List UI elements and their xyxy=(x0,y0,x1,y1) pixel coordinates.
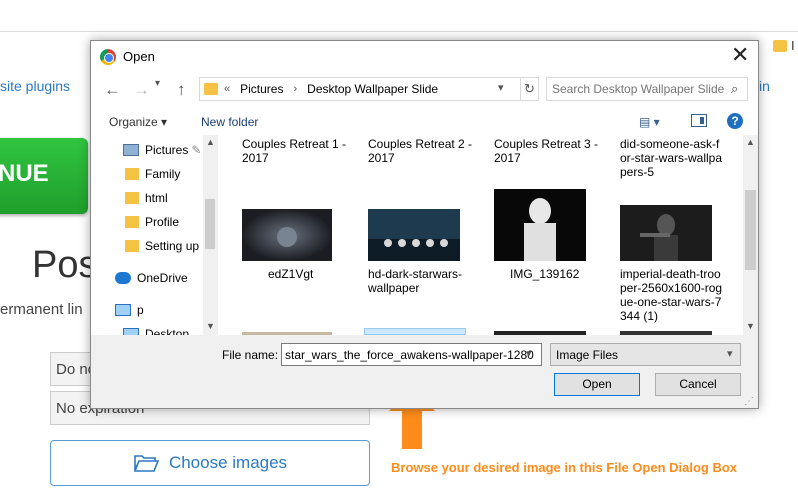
breadcrumb-current[interactable]: Desktop Wallpaper Slide xyxy=(307,82,438,96)
browser-top-bar xyxy=(0,0,798,32)
address-dropdown-icon[interactable]: ▾ xyxy=(498,81,504,94)
open-button[interactable]: Open xyxy=(554,373,640,396)
file-type-dropdown-icon[interactable]: ▾ xyxy=(727,347,733,360)
nav-item-label: Desktop xyxy=(145,327,190,335)
page-heading: Pos xyxy=(32,244,98,286)
scrollbar-thumb[interactable] xyxy=(745,190,756,270)
preview-pane-icon[interactable] xyxy=(691,114,707,127)
thumbnail-imperial-death-trooper[interactable] xyxy=(620,205,712,261)
file-item[interactable]: imperial-death-trooper-2560x1600-rogue-o… xyxy=(620,267,724,323)
desktop-icon xyxy=(123,328,139,335)
open-file-dialog: Open ✕ ← → ▾ ↑ « Pictures › Desktop Wall… xyxy=(90,40,759,409)
caption-text: Browse your desired image in this File O… xyxy=(391,460,738,475)
nav-item-label: Setting up xyxy=(145,239,200,253)
breadcrumb-overflow[interactable]: « xyxy=(224,83,230,95)
nav-item-label: Pictures xyxy=(145,143,189,157)
nav-item-onedrive[interactable]: OneDrive xyxy=(115,271,188,285)
scrollbar-thumb[interactable] xyxy=(205,199,215,249)
bookmark-folder-icon[interactable] xyxy=(773,40,787,52)
onedrive-icon xyxy=(115,272,131,284)
breadcrumb-pictures[interactable]: Pictures xyxy=(240,82,283,96)
address-bar[interactable]: « Pictures › Desktop Wallpaper Slide ▾ xyxy=(199,77,521,101)
file-list-scrollbar[interactable]: ▲ ▼ xyxy=(743,135,758,335)
selected-file-item[interactable] xyxy=(364,328,466,335)
breadcrumb-separator: › xyxy=(293,83,298,95)
thumbnail-partial[interactable] xyxy=(494,331,586,335)
folder-icon xyxy=(125,240,139,252)
thumbnail-IMG_139162[interactable] xyxy=(494,189,586,261)
back-arrow-icon[interactable]: ← xyxy=(104,80,121,100)
nav-item-html[interactable]: html xyxy=(125,191,168,205)
cancel-button[interactable]: Cancel xyxy=(655,373,741,396)
choose-images-label: Choose images xyxy=(168,453,288,472)
file-item[interactable]: did-someone-ask-for-star-wars-wallpapers… xyxy=(620,137,724,179)
scroll-up-icon[interactable]: ▲ xyxy=(746,137,755,147)
site-plugins-link[interactable]: site plugins xyxy=(0,78,70,94)
pin-icon: ✎ xyxy=(191,143,202,157)
nav-item-label: html xyxy=(145,191,168,205)
search-icon: ⌕ xyxy=(731,81,739,96)
nav-item-label: Family xyxy=(145,167,181,181)
pictures-icon xyxy=(123,144,139,156)
nav-item-setting-up[interactable]: Setting up xyxy=(125,239,199,253)
search-input[interactable] xyxy=(547,78,727,100)
scroll-up-icon[interactable]: ▲ xyxy=(206,137,215,147)
file-item[interactable]: IMG_139162 xyxy=(510,267,630,281)
nav-item-label: OneDrive xyxy=(137,271,188,285)
dialog-title: Open xyxy=(123,49,155,64)
help-icon[interactable]: ? xyxy=(727,113,743,129)
file-item[interactable]: hd-dark-starwars-wallpaper xyxy=(368,267,468,295)
file-name-input[interactable]: star_wars_the_force_awakens-wallpaper-12… xyxy=(281,343,542,366)
folder-icon xyxy=(125,216,139,228)
chrome-icon xyxy=(100,49,116,65)
file-name-dropdown-icon[interactable]: ▾ xyxy=(526,347,532,360)
computer-icon xyxy=(115,304,131,316)
nav-pane-scrollbar[interactable]: ▲ ▼ xyxy=(203,135,217,335)
continue-button[interactable]: NUE xyxy=(0,138,88,214)
nav-item-desktop[interactable]: Desktop xyxy=(123,327,189,335)
signin-link[interactable]: in xyxy=(759,78,770,94)
nav-item-family[interactable]: Family xyxy=(125,167,180,181)
refresh-icon[interactable]: ↻ xyxy=(521,77,539,101)
thumbnail-edZ1Vgt[interactable] xyxy=(242,209,332,261)
recent-dropdown-icon[interactable]: ▾ xyxy=(155,78,160,89)
folder-icon xyxy=(125,168,139,180)
nav-item-label: p xyxy=(137,303,144,317)
dialog-title-bar: Open ✕ xyxy=(91,41,758,72)
close-icon[interactable]: ✕ xyxy=(731,44,749,66)
file-name-label: File name: xyxy=(222,348,279,362)
dialog-toolbar: Organize ▾ New folder ▤ ▾ ? xyxy=(91,108,758,135)
organize-button[interactable]: Organize ▾ xyxy=(109,115,167,129)
up-arrow-icon[interactable]: ↑ xyxy=(177,80,186,100)
nav-item-profile[interactable]: Profile xyxy=(125,215,179,229)
folder-icon xyxy=(204,83,218,95)
navigation-pane: Pictures ✎ Family html Profile Setting up… xyxy=(91,135,217,335)
nav-item-label: Profile xyxy=(145,215,180,229)
thumbnail-partial[interactable] xyxy=(242,332,332,335)
search-box[interactable]: ⌕ xyxy=(546,77,748,101)
thumbnail-hd-dark-starwars[interactable] xyxy=(368,209,460,261)
file-item[interactable]: Couples Retreat 2 - 2017 xyxy=(368,137,488,165)
file-item[interactable]: Couples Retreat 3 - 2017 xyxy=(494,137,614,165)
nav-item-pictures[interactable]: Pictures ✎ xyxy=(123,143,201,157)
new-folder-button[interactable]: New folder xyxy=(201,115,258,129)
bookmark-label[interactable]: I xyxy=(791,38,795,53)
file-list: Couples Retreat 1 - 2017 Couples Retreat… xyxy=(218,135,745,335)
permanent-link-text: ermanent lin xyxy=(0,301,83,318)
scroll-down-icon[interactable]: ▼ xyxy=(206,321,215,331)
thumbnail-partial[interactable] xyxy=(620,331,712,335)
folder-icon xyxy=(125,192,139,204)
scroll-down-icon[interactable]: ▼ xyxy=(746,321,755,331)
file-type-select[interactable]: Image Files xyxy=(550,343,741,366)
change-view-icon[interactable]: ▤ ▾ xyxy=(639,115,660,129)
file-item[interactable]: Couples Retreat 1 - 2017 xyxy=(242,137,362,165)
nav-item-this-pc[interactable]: p xyxy=(115,303,144,317)
forward-arrow-icon[interactable]: → xyxy=(133,80,150,100)
folder-open-icon xyxy=(133,455,159,472)
resize-grip-icon[interactable]: ⋰ xyxy=(744,396,754,407)
choose-images-button[interactable]: Choose images xyxy=(50,440,370,486)
